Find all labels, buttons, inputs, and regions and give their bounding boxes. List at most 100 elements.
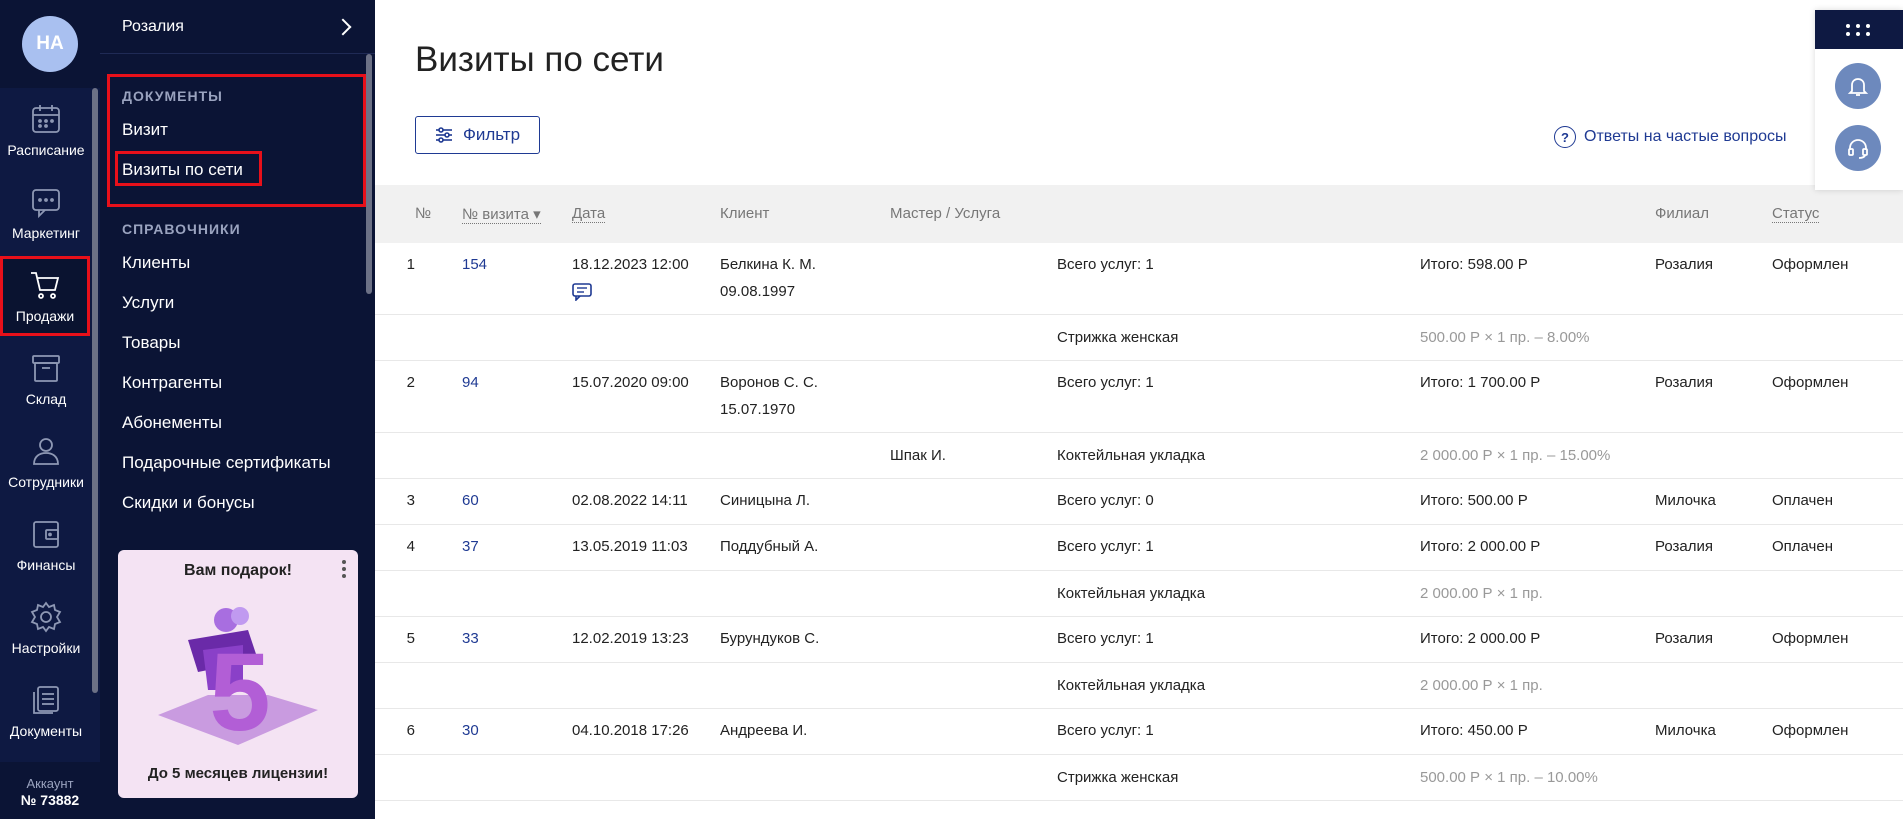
menu-link-clients[interactable]: Клиенты: [122, 253, 190, 273]
menu-link-goods[interactable]: Товары: [122, 333, 180, 353]
visit-number-link[interactable]: 30: [462, 717, 479, 744]
visit-total: Итого: 450.00 Р: [1420, 722, 1528, 739]
user-area: НА: [0, 0, 100, 88]
documents-icon: [33, 686, 59, 714]
visit-number-link[interactable]: 154: [462, 251, 487, 278]
rail-scrollbar[interactable]: [92, 88, 98, 693]
visit-number-link[interactable]: 33: [462, 625, 479, 652]
table-row[interactable]: 1 154 18.12.2023 12:00 Белкина К. М. Всего у…: [375, 243, 1903, 315]
table-subrow-service: Коктейльная укладка 2 000.00 Р × 1 пр.: [375, 663, 1903, 709]
account-label: Аккаунт: [26, 776, 74, 791]
visit-branch: Милочка: [1655, 492, 1716, 509]
col-number: №: [415, 205, 432, 222]
menu-link-network-visits[interactable]: Визиты по сети: [122, 160, 243, 180]
person-icon: [33, 438, 59, 465]
table-row[interactable]: 5 33 12.02.2019 13:23 Бурундуков С. Всего ус…: [375, 617, 1903, 663]
nav-marketing-label: Маркетинг: [11, 225, 81, 241]
nav-sales[interactable]: Продажи: [0, 256, 90, 336]
visit-number-link[interactable]: 60: [462, 487, 479, 514]
row-number: 3: [406, 492, 415, 509]
visit-status: Оплачен: [1772, 492, 1833, 509]
promo-banner[interactable]: Вам подарок! 5 До 5 месяцев лицензии!: [118, 550, 358, 798]
visit-number-link[interactable]: 94: [462, 369, 479, 396]
col-status[interactable]: Статус: [1772, 205, 1820, 223]
menu-link-subscriptions[interactable]: Абонементы: [122, 413, 222, 433]
table-subrow-service: Стрижка женская 500.00 Р × 1 пр. – 8.00%: [375, 315, 1903, 361]
service-name: Стрижка женская: [1057, 329, 1179, 346]
table-subrow-service: Коктейльная укладка 2 000.00 Р × 1 пр.: [375, 571, 1903, 617]
col-master-service: Мастер / Услуга: [890, 205, 1001, 222]
sales-submenu: Розалия ДОКУМЕНТЫ Визит Визиты по сети С…: [100, 0, 375, 819]
nav-employees[interactable]: Сотрудники: [0, 422, 92, 502]
row-number: 2: [406, 374, 415, 391]
more-vertical-icon[interactable]: [342, 560, 346, 581]
row-number: 6: [406, 722, 415, 739]
branch-selector[interactable]: Розалия: [100, 0, 375, 54]
visit-date: 13.05.2019 11:03: [572, 538, 688, 555]
promo-text: До 5 месяцев лицензии!: [147, 765, 329, 782]
faq-link[interactable]: ? Ответы на частые вопросы: [1554, 126, 1787, 148]
service-price: 2 000.00 Р × 1 пр.: [1420, 585, 1543, 602]
menu-link-gift-certificates[interactable]: Подарочные сертификаты: [122, 453, 331, 473]
submenu-scrollbar[interactable]: [366, 54, 372, 294]
col-visit-number[interactable]: № визита ▾: [462, 205, 541, 224]
client-name: Воронов С. С.: [720, 374, 818, 391]
page-title: Визиты по сети: [415, 40, 664, 79]
visit-status: Оформлен: [1772, 722, 1849, 739]
services-count: Всего услуг: 0: [1057, 492, 1154, 509]
menu-link-visit[interactable]: Визит: [122, 120, 168, 140]
avatar[interactable]: НА: [22, 16, 78, 72]
account-info[interactable]: Аккаунт № 73882: [0, 762, 100, 819]
visit-branch: Розалия: [1655, 374, 1713, 391]
service-name: Коктейльная укладка: [1057, 677, 1206, 694]
account-number: № 73882: [20, 792, 80, 808]
col-date[interactable]: Дата: [572, 205, 606, 223]
client-birthdate: 09.08.1997: [720, 283, 796, 300]
section-title-documents: ДОКУМЕНТЫ: [122, 88, 223, 104]
grid-icon: [1846, 23, 1872, 36]
visit-status: Оформлен: [1772, 374, 1849, 391]
nav-schedule[interactable]: Расписание: [0, 90, 92, 170]
visit-branch: Розалия: [1655, 256, 1713, 273]
nav-marketing[interactable]: Маркетинг: [0, 173, 92, 253]
client-name: Поддубный А.: [720, 538, 819, 555]
client-birthdate: 15.07.1970: [720, 401, 796, 418]
apps-grid-button[interactable]: [1815, 10, 1903, 49]
client-name: Бурундуков С.: [720, 630, 820, 647]
menu-link-services[interactable]: Услуги: [122, 293, 174, 313]
comment-icon[interactable]: [572, 283, 592, 301]
visit-branch: Милочка: [1655, 722, 1716, 739]
visit-total: Итого: 598.00 Р: [1420, 256, 1528, 273]
table-header: № № визита ▾ Дата Клиент Мастер / Услуга…: [375, 185, 1903, 243]
nav-schedule-label: Расписание: [7, 142, 85, 158]
table-row[interactable]: 3 60 02.08.2022 14:11 Синицына Л. Всего услу…: [375, 479, 1903, 525]
menu-link-contractors[interactable]: Контрагенты: [122, 373, 222, 393]
nav-documents[interactable]: Документы: [0, 671, 92, 751]
visit-number-link[interactable]: 37: [462, 533, 479, 560]
filter-button[interactable]: Фильтр: [415, 116, 540, 154]
visit-total: Итого: 2 000.00 Р: [1420, 538, 1541, 555]
nav-warehouse[interactable]: Склад: [0, 339, 92, 419]
question-icon: ?: [1554, 126, 1576, 148]
menu-link-discounts[interactable]: Скидки и бонусы: [122, 493, 255, 513]
nav-finance[interactable]: Финансы: [0, 505, 92, 585]
visit-date: 04.10.2018 17:26: [572, 722, 689, 739]
table-row[interactable]: 6 30 04.10.2018 17:26 Андреева И. Всего услу…: [375, 709, 1903, 755]
table-row[interactable]: 2 94 15.07.2020 09:00 Воронов С. С. Всего ус…: [375, 361, 1903, 433]
visit-total: Итого: 2 000.00 Р: [1420, 630, 1541, 647]
table-row[interactable]: 4 37 13.05.2019 11:03 Поддубный А. Всего усл…: [375, 525, 1903, 571]
notifications-button[interactable]: [1835, 63, 1881, 109]
section-title-references: СПРАВОЧНИКИ: [122, 221, 241, 237]
chevron-right-icon: [334, 18, 352, 35]
wallet-icon: [33, 521, 59, 548]
nav-finance-label: Финансы: [16, 557, 76, 573]
nav-settings[interactable]: Настройки: [0, 588, 92, 668]
cart-icon: [31, 272, 60, 299]
services-count: Всего услуг: 1: [1057, 538, 1154, 555]
service-name: Коктейльная укладка: [1057, 585, 1206, 602]
services-count: Всего услуг: 1: [1057, 722, 1154, 739]
support-button[interactable]: [1835, 125, 1881, 171]
table-subrow-service: Шпак И. Коктейльная укладка 2 000.00 Р × 1…: [375, 433, 1903, 479]
visit-branch: Розалия: [1655, 538, 1713, 555]
service-price: 500.00 Р × 1 пр. – 8.00%: [1420, 329, 1590, 346]
